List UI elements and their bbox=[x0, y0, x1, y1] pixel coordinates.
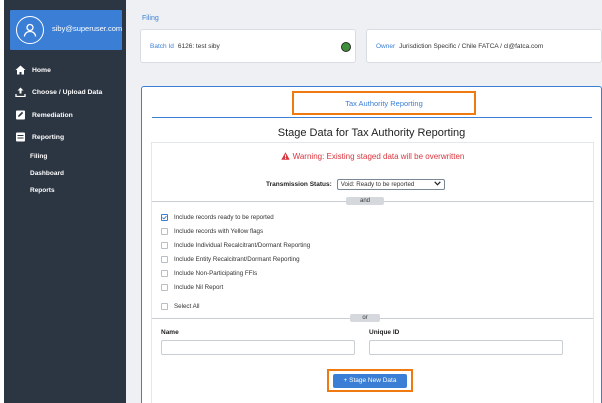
owner-card: Owner Jurisdiction Specific / Chile FATC… bbox=[366, 29, 602, 63]
or-label: or bbox=[350, 314, 380, 322]
option-non-participating-ffis[interactable]: Include Non-Participating FFIs bbox=[161, 270, 257, 277]
option-individual-recalcitrant[interactable]: Include Individual Recalcitrant/Dormant … bbox=[161, 242, 310, 249]
unique-id-input[interactable] bbox=[369, 340, 563, 355]
nav-upload-label: Choose / Upload Data bbox=[32, 88, 103, 96]
warning-text: Warning: Existing staged data will be ov… bbox=[292, 152, 465, 162]
upload-icon bbox=[15, 87, 26, 97]
chevron-down-icon bbox=[434, 181, 441, 188]
tab-underline bbox=[152, 117, 592, 118]
stage-form: Warning: Existing staged data will be ov… bbox=[151, 142, 594, 403]
tab-tax-authority-reporting[interactable]: Tax Authority Reporting bbox=[292, 91, 476, 115]
owner-value: Jurisdiction Specific / Chile FATCA / cl… bbox=[399, 43, 544, 50]
nav-remediation-label: Remediation bbox=[32, 111, 73, 119]
checkbox-individual-recalcitrant[interactable] bbox=[161, 242, 168, 249]
name-input[interactable] bbox=[161, 340, 355, 355]
nav-sub-dashboard[interactable]: Dashboard bbox=[30, 170, 64, 177]
batch-status-indicator bbox=[341, 42, 351, 52]
warning-icon bbox=[280, 152, 290, 162]
user-card[interactable]: siby@superuser.com bbox=[10, 10, 122, 50]
option-nil-report[interactable]: Include Nil Report bbox=[161, 284, 223, 291]
option-yellow-flags[interactable]: Include records with Yellow flags bbox=[161, 228, 263, 235]
checkbox-yellow-flags[interactable] bbox=[161, 228, 168, 235]
reporting-panel: Tax Authority Reporting Stage Data for T… bbox=[141, 86, 602, 403]
batch-card: Batch Id 6126: test siby bbox=[140, 29, 356, 63]
unique-id-label: Unique ID bbox=[369, 329, 400, 336]
user-avatar-icon bbox=[16, 16, 44, 44]
main-content: Filing Batch Id 6126: test siby Owner Ju… bbox=[126, 0, 602, 403]
option-label: Include Non-Participating FFIs bbox=[174, 270, 258, 277]
nav-home[interactable]: Home bbox=[15, 65, 51, 75]
nav-sub-reports[interactable]: Reports bbox=[30, 187, 55, 194]
stage-title: Stage Data for Tax Authority Reporting bbox=[277, 127, 466, 139]
option-label: Include Nil Report bbox=[174, 284, 224, 291]
select-all-label: Select All bbox=[174, 303, 200, 310]
home-icon bbox=[15, 65, 26, 75]
tab-label: Tax Authority Reporting bbox=[345, 98, 423, 108]
checkbox-nil-report[interactable] bbox=[161, 284, 168, 291]
breadcrumb[interactable]: Filing bbox=[142, 15, 159, 22]
checkbox-ready-to-report[interactable] bbox=[161, 214, 168, 221]
owner-label: Owner bbox=[376, 43, 396, 50]
option-label: Include records ready to be reported bbox=[174, 214, 274, 221]
nav-reporting-label: Reporting bbox=[32, 133, 65, 141]
stage-new-data-button[interactable]: + Stage New Data bbox=[333, 373, 407, 388]
transmission-status-label: Transmission Status: bbox=[266, 181, 332, 188]
option-ready-to-report[interactable]: Include records ready to be reported bbox=[161, 214, 274, 221]
name-label: Name bbox=[161, 329, 179, 336]
transmission-status-row: Transmission Status: Void: Ready to be r… bbox=[266, 179, 445, 190]
checkbox-select-all[interactable] bbox=[161, 303, 168, 310]
stage-button-highlight: + Stage New Data bbox=[327, 369, 413, 392]
nav-reporting[interactable]: Reporting bbox=[15, 132, 64, 142]
nav-upload[interactable]: Choose / Upload Data bbox=[15, 87, 102, 97]
nav-remediation[interactable]: Remediation bbox=[15, 110, 73, 120]
sidebar: siby@superuser.com Home Choose / Upload … bbox=[4, 0, 126, 403]
option-label: Include records with Yellow flags bbox=[174, 228, 264, 235]
user-email: siby@superuser.com bbox=[52, 24, 123, 33]
overwrite-warning: Warning: Existing staged data will be ov… bbox=[152, 152, 593, 162]
option-label: Include Entity Recalcitrant/Dormant Repo… bbox=[174, 256, 300, 263]
transmission-status-value: Void: Ready to be reported bbox=[340, 181, 415, 188]
and-label: and bbox=[346, 197, 384, 205]
option-select-all[interactable]: Select All bbox=[161, 303, 199, 310]
edit-icon bbox=[15, 110, 26, 120]
checkbox-entity-recalcitrant[interactable] bbox=[161, 256, 168, 263]
transmission-status-select[interactable]: Void: Ready to be reported bbox=[336, 179, 445, 190]
batch-label: Batch Id bbox=[150, 43, 174, 50]
batch-value: 6126: test siby bbox=[177, 43, 220, 50]
option-entity-recalcitrant[interactable]: Include Entity Recalcitrant/Dormant Repo… bbox=[161, 256, 300, 263]
report-icon bbox=[15, 132, 26, 142]
nav-sub-filing[interactable]: Filing bbox=[30, 153, 47, 160]
nav-home-label: Home bbox=[32, 66, 51, 74]
checkbox-non-participating-ffis[interactable] bbox=[161, 270, 168, 277]
option-label: Include Individual Recalcitrant/Dormant … bbox=[174, 242, 311, 249]
